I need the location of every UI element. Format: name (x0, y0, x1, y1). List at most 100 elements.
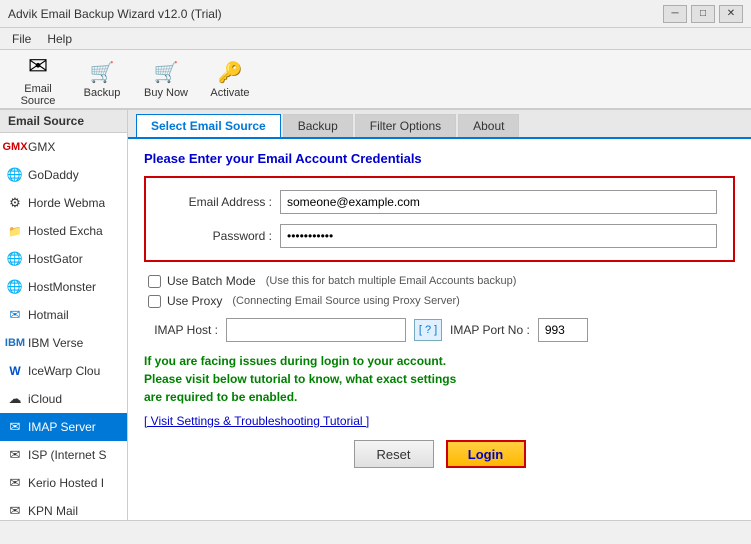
sidebar-item-label-icloud: iCloud (28, 392, 62, 406)
sidebar-item-label-hosted-exchange: Hosted Excha (28, 224, 103, 238)
sidebar-item-label-kerio: Kerio Hosted I (28, 476, 104, 490)
window-title: Advik Email Backup Wizard v12.0 (Trial) (8, 7, 222, 21)
icloud-icon: ☁ (6, 390, 24, 408)
form-content: Please Enter your Email Account Credenti… (128, 139, 751, 520)
sidebar: Email Source GMX GMX 🌐 GoDaddy ⚙ Horde W… (0, 110, 128, 520)
icewarp-icon: W (6, 362, 24, 380)
toolbar-buy-now[interactable]: 🛒 Buy Now (136, 53, 196, 105)
hosted-exchange-icon: 📁 (6, 222, 24, 240)
tab-bar: Select Email Source Backup Filter Option… (128, 110, 751, 139)
kpn-mail-icon: ✉ (6, 502, 24, 520)
sidebar-item-label-isp: ISP (Internet S (28, 448, 107, 462)
buy-now-icon: 🛒 (154, 60, 179, 85)
sidebar-item-kpn-mail[interactable]: ✉ KPN Mail (0, 497, 127, 520)
sidebar-item-hostgator[interactable]: 🌐 HostGator (0, 245, 127, 273)
imap-port-label: IMAP Port No : (450, 323, 530, 337)
sidebar-item-horde[interactable]: ⚙ Horde Webma (0, 189, 127, 217)
sidebar-item-icloud[interactable]: ☁ iCloud (0, 385, 127, 413)
sidebar-item-ibm-verse[interactable]: IBM IBM Verse (0, 329, 127, 357)
imap-host-input[interactable] (226, 318, 406, 342)
use-proxy-row: Use Proxy (Connecting Email Source using… (144, 294, 735, 308)
toolbar-backup-label: Backup (84, 87, 121, 99)
imap-server-icon: ✉ (6, 418, 24, 436)
tab-backup[interactable]: Backup (283, 114, 353, 137)
content-area: Select Email Source Backup Filter Option… (128, 110, 751, 520)
sidebar-item-label-icewarp: IceWarp Clou (28, 364, 100, 378)
imap-help-button[interactable]: [ ? ] (414, 319, 442, 341)
ibm-verse-icon: IBM (6, 334, 24, 352)
sidebar-item-isp[interactable]: ✉ ISP (Internet S (0, 441, 127, 469)
godaddy-icon: 🌐 (6, 166, 24, 184)
tutorial-link[interactable]: [ Visit Settings & Troubleshooting Tutor… (144, 414, 735, 428)
toolbar-activate[interactable]: 🔑 Activate (200, 53, 260, 105)
menu-file[interactable]: File (4, 30, 39, 48)
sidebar-header: Email Source (0, 110, 127, 133)
activate-icon: 🔑 (218, 60, 243, 85)
sidebar-item-label-kpn-mail: KPN Mail (28, 504, 78, 518)
email-row: Email Address : (162, 190, 717, 214)
toolbar-buy-now-label: Buy Now (144, 87, 188, 99)
password-row: Password : (162, 224, 717, 248)
batch-mode-row: Use Batch Mode (Use this for batch multi… (144, 274, 735, 288)
login-button[interactable]: Login (446, 440, 526, 468)
tab-filter-options[interactable]: Filter Options (355, 114, 456, 137)
use-proxy-label: Use Proxy (167, 294, 222, 308)
tab-about[interactable]: About (458, 114, 519, 137)
info-text: If you are facing issues during login to… (144, 352, 735, 406)
use-proxy-hint: (Connecting Email Source using Proxy Ser… (232, 295, 459, 307)
menu-help[interactable]: Help (39, 30, 80, 48)
toolbar-email-source[interactable]: ✉ Email Source (8, 53, 68, 105)
hotmail-icon: ✉ (6, 306, 24, 324)
hostmonster-icon: 🌐 (6, 278, 24, 296)
batch-mode-checkbox[interactable] (148, 275, 161, 288)
imap-host-label: IMAP Host : (148, 323, 218, 337)
sidebar-item-hotmail[interactable]: ✉ Hotmail (0, 301, 127, 329)
window-controls: ─ □ ✕ (663, 5, 743, 23)
toolbar-backup[interactable]: 🛒 Backup (72, 53, 132, 105)
minimize-button[interactable]: ─ (663, 5, 687, 23)
sidebar-item-label-imap-server: IMAP Server (28, 420, 96, 434)
sidebar-item-label-gmx: GMX (28, 140, 55, 154)
credentials-box: Email Address : Password : (144, 176, 735, 262)
kerio-icon: ✉ (6, 474, 24, 492)
password-input[interactable] (280, 224, 717, 248)
button-row: Reset Login (144, 440, 735, 468)
main-container: Email Source GMX GMX 🌐 GoDaddy ⚙ Horde W… (0, 110, 751, 520)
info-text-line1: If you are facing issues during login to… (144, 352, 735, 370)
sidebar-item-imap-server[interactable]: ✉ IMAP Server (0, 413, 127, 441)
info-text-line3: are required to be enabled. (144, 388, 735, 406)
sidebar-item-gmx[interactable]: GMX GMX (0, 133, 127, 161)
sidebar-item-label-hostmonster: HostMonster (28, 280, 96, 294)
use-proxy-checkbox[interactable] (148, 295, 161, 308)
sidebar-item-hostmonster[interactable]: 🌐 HostMonster (0, 273, 127, 301)
imap-port-input[interactable] (538, 318, 588, 342)
sidebar-item-kerio[interactable]: ✉ Kerio Hosted I (0, 469, 127, 497)
tab-select-email-source[interactable]: Select Email Source (136, 114, 281, 137)
email-input[interactable] (280, 190, 717, 214)
sidebar-item-label-ibm-verse: IBM Verse (28, 336, 83, 350)
status-bar (0, 520, 751, 544)
password-label: Password : (162, 229, 272, 243)
maximize-button[interactable]: □ (691, 5, 715, 23)
toolbar-email-source-label: Email Source (11, 83, 65, 107)
reset-button[interactable]: Reset (354, 440, 434, 468)
gmx-icon: GMX (6, 138, 24, 156)
sidebar-item-label-hostgator: HostGator (28, 252, 83, 266)
sidebar-item-label-godaddy: GoDaddy (28, 168, 79, 182)
imap-row: IMAP Host : [ ? ] IMAP Port No : (144, 318, 735, 342)
sidebar-item-icewarp[interactable]: W IceWarp Clou (0, 357, 127, 385)
toolbar: ✉ Email Source 🛒 Backup 🛒 Buy Now 🔑 Acti… (0, 50, 751, 110)
toolbar-activate-label: Activate (210, 87, 249, 99)
title-bar: Advik Email Backup Wizard v12.0 (Trial) … (0, 0, 751, 28)
close-button[interactable]: ✕ (719, 5, 743, 23)
backup-icon: 🛒 (90, 60, 115, 85)
horde-icon: ⚙ (6, 194, 24, 212)
email-label: Email Address : (162, 195, 272, 209)
sidebar-item-label-horde: Horde Webma (28, 196, 105, 210)
info-text-line2: Please visit below tutorial to know, wha… (144, 370, 735, 388)
section-title: Please Enter your Email Account Credenti… (144, 151, 735, 166)
sidebar-item-label-hotmail: Hotmail (28, 308, 69, 322)
sidebar-item-hosted-exchange[interactable]: 📁 Hosted Excha (0, 217, 127, 245)
batch-mode-label: Use Batch Mode (167, 274, 256, 288)
sidebar-item-godaddy[interactable]: 🌐 GoDaddy (0, 161, 127, 189)
